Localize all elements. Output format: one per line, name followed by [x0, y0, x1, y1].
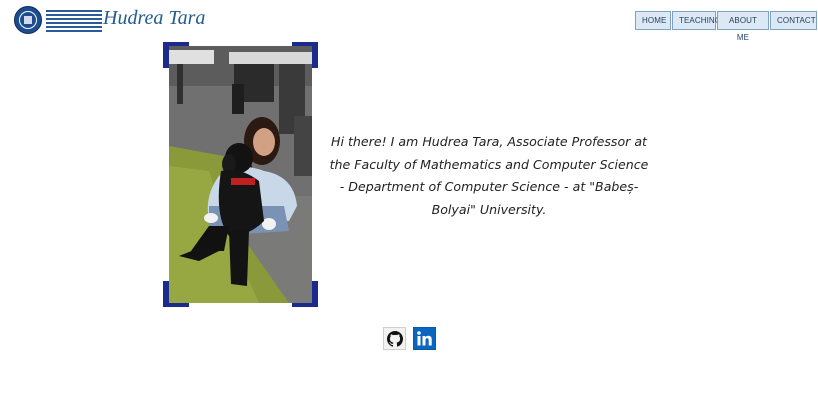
nav-teaching-button[interactable]: TEACHING	[672, 11, 721, 30]
bio-text: Hi there! I am Hudrea Tara, Associate Pr…	[329, 134, 649, 217]
nav-home-button[interactable]: HOME	[635, 11, 671, 30]
profile-photo	[169, 46, 312, 303]
linkedin-link[interactable]	[413, 327, 436, 350]
github-link[interactable]	[383, 327, 406, 350]
nav-contact-button[interactable]: CONTACT	[770, 11, 817, 30]
profile-photo-frame	[163, 42, 318, 307]
social-links	[383, 327, 436, 350]
university-logo[interactable]	[14, 6, 104, 34]
main-nav: HOME TEACHING ABOUT ME CONTACT	[635, 11, 817, 42]
nav-about-button[interactable]: ABOUT ME	[717, 11, 769, 42]
university-seal-icon	[14, 6, 42, 34]
site-title[interactable]: Hudrea Tara	[103, 7, 205, 30]
university-name-lines	[46, 10, 102, 34]
github-icon	[386, 330, 403, 347]
linkedin-icon	[417, 331, 432, 346]
